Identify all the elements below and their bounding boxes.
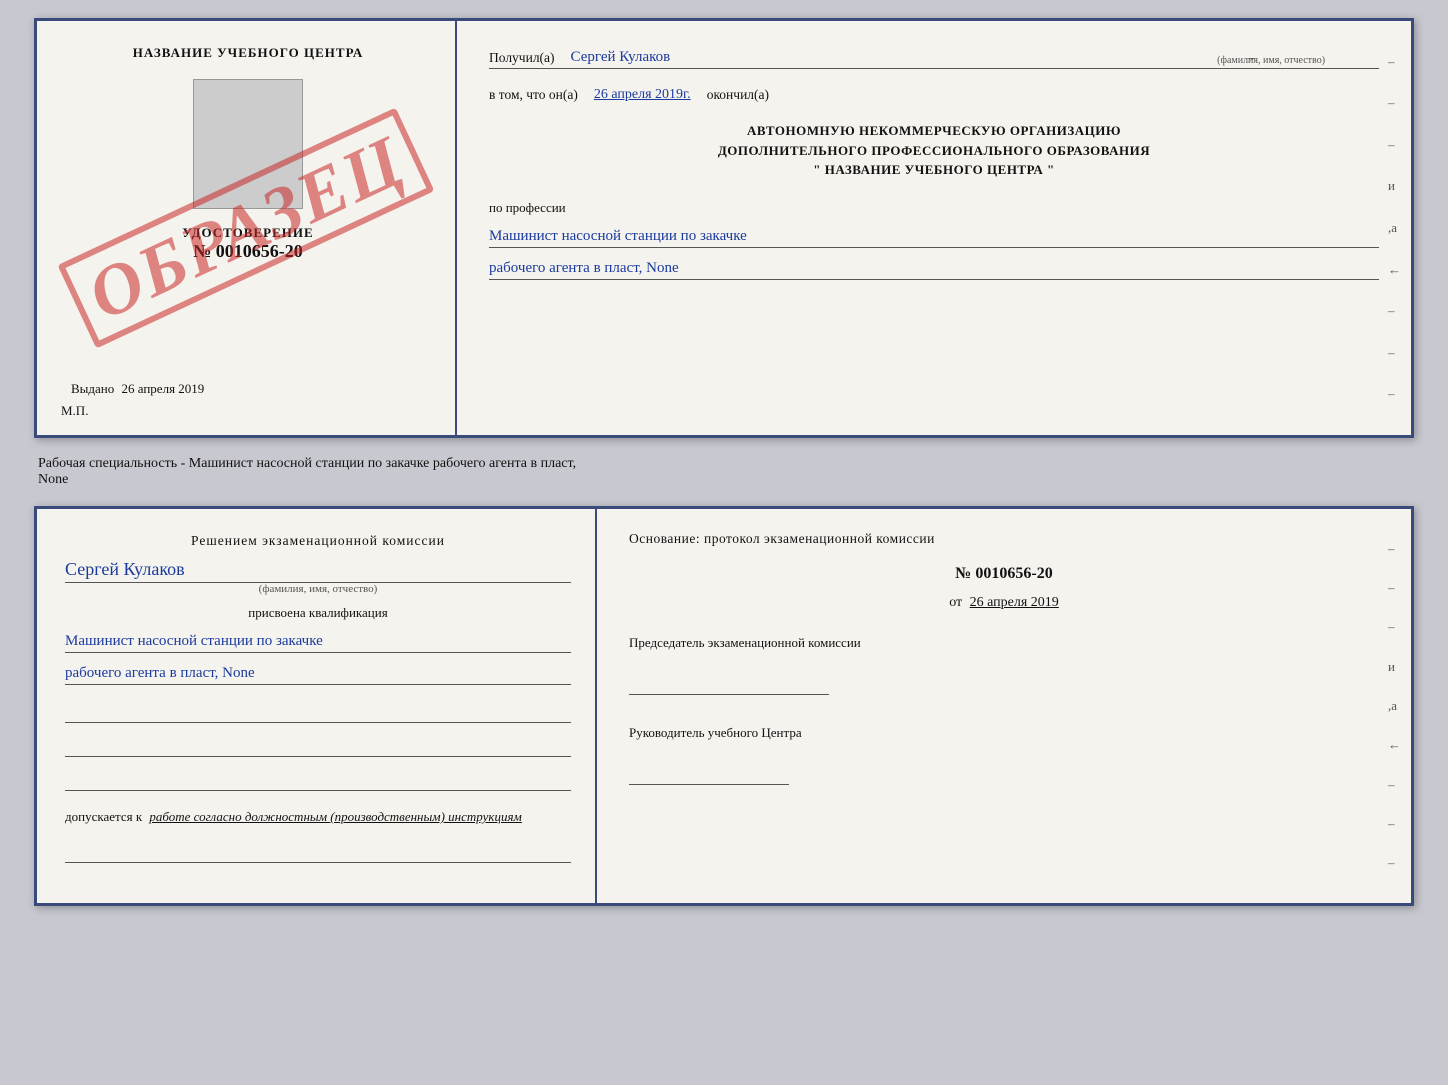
predsedatel-title: Председатель экзаменационной комиссии	[629, 635, 1379, 651]
cert-right-panel: Получил(а) Сергей Кулаков – (фамилия, им…	[457, 21, 1411, 435]
org-line2: ДОПОЛНИТЕЛЬНОГО ПРОФЕССИОНАЛЬНОГО ОБРАЗО…	[489, 141, 1379, 161]
cert-school-title: НАЗВАНИЕ УЧЕБНОГО ЦЕНТРА	[133, 45, 364, 61]
prisvoena-label: присвоена квалификация	[65, 605, 571, 621]
protocol-number: № 0010656-20	[629, 565, 1379, 583]
middle-text2: None	[38, 472, 68, 487]
dopusk-label: допускается к	[65, 809, 142, 824]
profession-line2: рабочего агента в пласт, None	[489, 260, 1379, 280]
fio-hint: (фамилия, имя, отчество)	[1217, 55, 1325, 66]
cert-number: № 0010656-20	[182, 241, 313, 262]
side-dashes: – – – и ,а ← – – –	[1388, 41, 1401, 415]
okonchil-label: окончил(а)	[707, 87, 769, 103]
side-dashes-bottom: – – – и ,а ← – – –	[1388, 529, 1401, 883]
po-professii: по профессии	[489, 200, 1379, 216]
cert-vydano: Выдано 26 апреля 2019	[71, 381, 204, 397]
komissia-document: Решением экзаменационной комиссии Сергей…	[34, 506, 1414, 906]
org-line3: " НАЗВАНИЕ УЧЕБНОГО ЦЕНТРА "	[489, 160, 1379, 180]
osnovanie-title: Основание: протокол экзаменационной коми…	[629, 531, 1379, 547]
poluchil-name: Сергей Кулаков	[571, 49, 1233, 66]
rukovoditel-title: Руководитель учебного Центра	[629, 725, 1379, 741]
org-block: АВТОНОМНУЮ НЕКОММЕРЧЕСКУЮ ОРГАНИЗАЦИЮ ДО…	[489, 121, 1379, 180]
vtom-label: в том, что он(а)	[489, 87, 578, 103]
dopusk-text: работе согласно должностным (производств…	[149, 809, 521, 824]
predsedatel-block: Председатель экзаменационной комиссии	[629, 635, 1379, 695]
cert-mp: М.П.	[61, 403, 88, 419]
bot-profession-line2: рабочего агента в пласт, None	[65, 665, 571, 685]
komissia-fio-hint: (фамилия, имя, отчество)	[65, 583, 571, 595]
protocol-date: от 26 апреля 2019	[629, 595, 1379, 611]
rukovoditel-sign	[629, 761, 789, 785]
komissia-name: Сергей Кулаков	[65, 559, 571, 583]
cert-udost-label: УДОСТОВЕРЕНИЕ	[182, 225, 313, 241]
ot-date: 26 апреля 2019	[970, 595, 1059, 610]
dopusk-block: допускается к работе согласно должностны…	[65, 809, 571, 825]
extra-line1	[65, 699, 571, 723]
extra-line2	[65, 733, 571, 757]
vtom-line: в том, что он(а) 26 апреля 2019г. окончи…	[489, 79, 1379, 105]
cert-number-block: УДОСТОВЕРЕНИЕ № 0010656-20	[182, 225, 313, 262]
org-line1: АВТОНОМНУЮ НЕКОММЕРЧЕСКУЮ ОРГАНИЗАЦИЮ	[489, 121, 1379, 141]
extra-line3	[65, 767, 571, 791]
rukovoditel-block: Руководитель учебного Центра	[629, 725, 1379, 785]
middle-text-block: Рабочая специальность - Машинист насосно…	[34, 452, 1414, 492]
profession-line1: Машинист насосной станции по закачке	[489, 228, 1379, 248]
vydano-date: 26 апреля 2019	[122, 381, 205, 396]
poluchil-label: Получил(а)	[489, 50, 555, 66]
dopusk-sign-line	[65, 839, 571, 863]
middle-text-main: Рабочая специальность - Машинист насосно…	[38, 456, 576, 471]
ot-label: от	[949, 595, 962, 610]
cert-left-panel: НАЗВАНИЕ УЧЕБНОГО ЦЕНТРА УДОСТОВЕРЕНИЕ №…	[37, 21, 457, 435]
certificate-document: НАЗВАНИЕ УЧЕБНОГО ЦЕНТРА УДОСТОВЕРЕНИЕ №…	[34, 18, 1414, 438]
bot-profession-line1: Машинист насосной станции по закачке	[65, 633, 571, 653]
komissia-right: Основание: протокол экзаменационной коми…	[597, 509, 1411, 903]
vtom-date: 26 апреля 2019г.	[594, 87, 691, 103]
predsedatel-sign	[629, 671, 829, 695]
cert-photo-placeholder	[193, 79, 303, 209]
poluchil-line: Получил(а) Сергей Кулаков – (фамилия, им…	[489, 43, 1379, 69]
komissia-name-block: Сергей Кулаков (фамилия, имя, отчество)	[65, 559, 571, 595]
vydano-label: Выдано	[71, 381, 114, 396]
komissia-left: Решением экзаменационной комиссии Сергей…	[37, 509, 597, 903]
komissia-title: Решением экзаменационной комиссии	[65, 533, 571, 549]
